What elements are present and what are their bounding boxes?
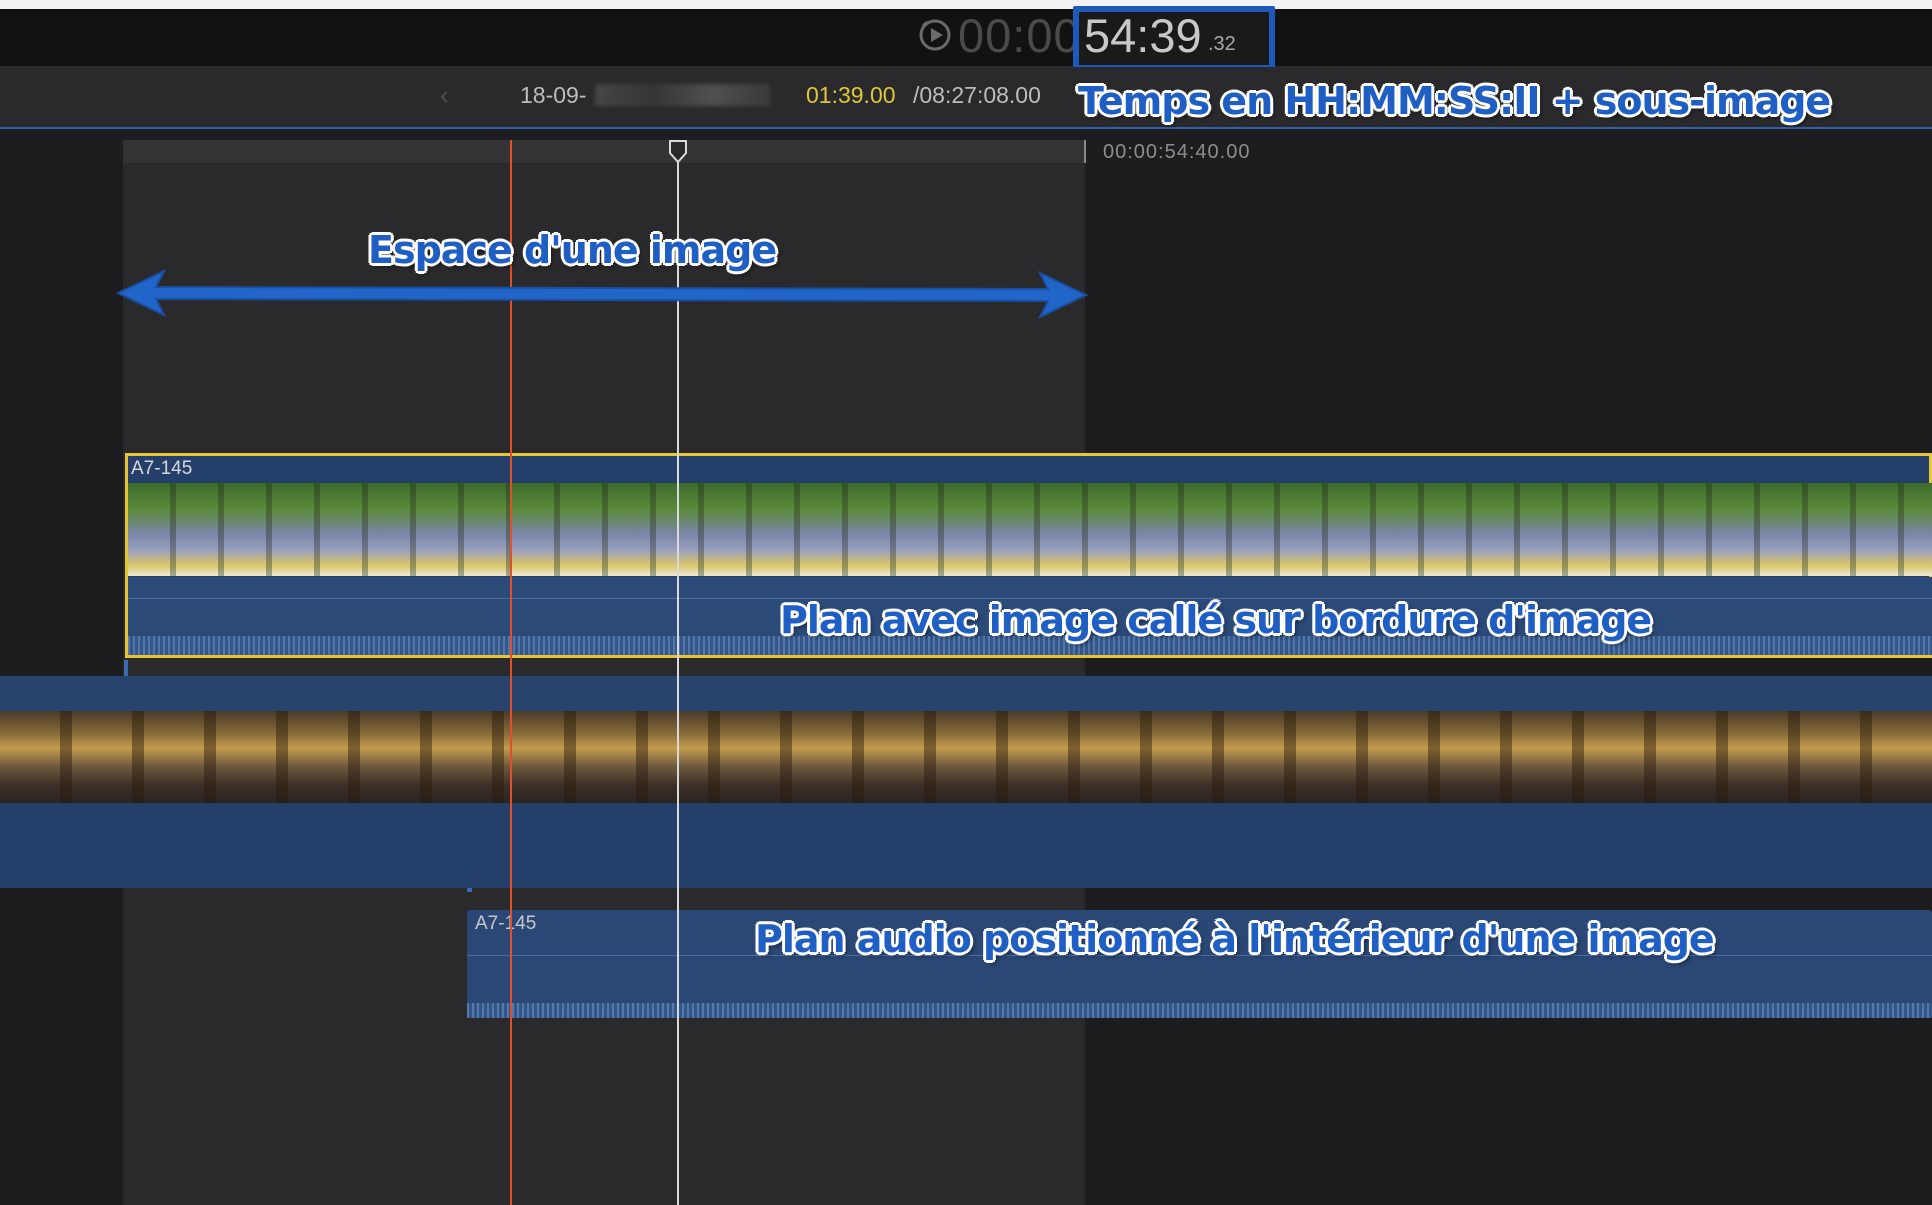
redacted-project-name (595, 84, 770, 106)
annotation-clip-on-frame: Plan avec image callé sur bordure d'imag… (780, 598, 1652, 642)
play-clock-icon[interactable] (917, 17, 953, 53)
ruler-frame-boundary (1084, 140, 1086, 163)
project-name: 18-09- (520, 82, 587, 108)
timecode-display[interactable]: 54:39 (1084, 10, 1202, 62)
video-clip-label: A7-145 (131, 458, 193, 479)
timeline-ruler[interactable] (123, 140, 1085, 163)
playhead-handle-icon[interactable] (668, 139, 688, 165)
current-time: 01:39.00 (806, 82, 896, 108)
audio-clip-label: A7-145 (475, 913, 537, 934)
chevron-left-icon[interactable]: ‹ (440, 80, 449, 111)
window-top-edge (0, 0, 1932, 9)
annotation-audio-in-frame: Plan audio positionné à l'intérieur d'un… (755, 917, 1715, 961)
total-duration: /08:27:08.00 (913, 82, 1041, 108)
ruler-timecode-label: 00:00:54:40.00 (1103, 141, 1251, 163)
annotation-frame-space: Espace d'une image (368, 228, 777, 272)
storyline-clip-header[interactable] (0, 676, 1932, 711)
audio-waveform-peaks (467, 1003, 1932, 1018)
storyline-clip-audio[interactable] (0, 803, 1932, 888)
double-arrow-icon (115, 268, 1089, 320)
annotation-timecode-format: Temps en HH:MM:SS:II + sous-image (1078, 79, 1831, 123)
timecode-prefix: 00:00 (958, 9, 1081, 62)
connection-marker (467, 888, 472, 892)
timecode-subframe: .32 (1208, 33, 1236, 55)
video-clip-filmstrip (128, 483, 1932, 576)
storyline-clip-filmstrip[interactable] (0, 711, 1932, 803)
